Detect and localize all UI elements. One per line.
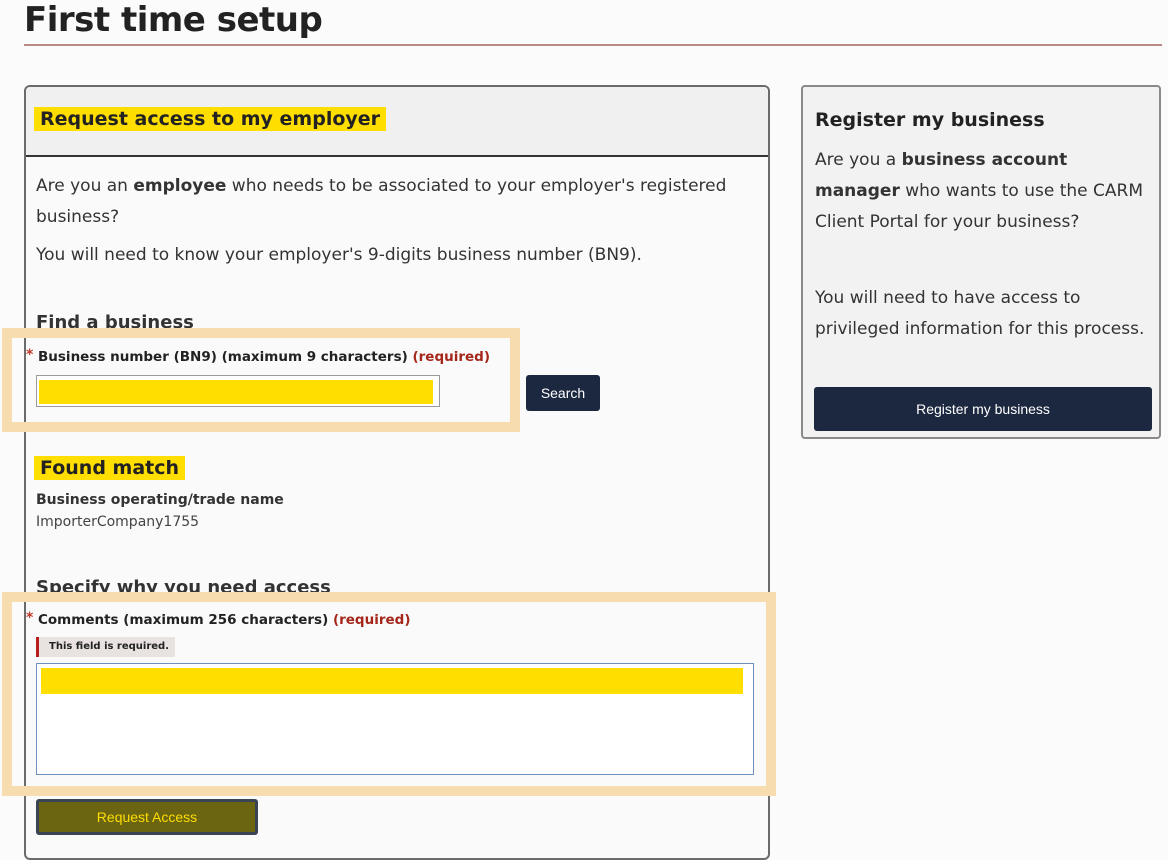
search-button[interactable]: Search xyxy=(526,375,600,411)
required-asterisk: * xyxy=(26,610,34,626)
error-message: This field is required. xyxy=(36,637,176,657)
textarea-highlight xyxy=(41,668,743,694)
request-access-button[interactable]: Request Access xyxy=(36,799,258,835)
register-question: Are you a business account manager who w… xyxy=(815,150,1143,232)
trade-name-label: Business operating/trade name xyxy=(36,492,284,508)
register-panel-title: Register my business xyxy=(815,109,1045,131)
specify-access-heading: Specify why you need access xyxy=(36,577,331,598)
bn9-note: You will need to know your employer's 9-… xyxy=(36,245,642,265)
business-number-input[interactable] xyxy=(36,375,440,407)
input-highlight xyxy=(39,380,433,404)
find-business-heading: Find a business xyxy=(36,312,194,333)
register-note: You will need to have access to privileg… xyxy=(815,288,1145,339)
panel-header: Request access to my employer xyxy=(26,87,768,157)
page-title: First time setup xyxy=(24,0,323,40)
panel-title: Request access to my employer xyxy=(34,107,387,131)
trade-name-value: ImporterCompany1755 xyxy=(36,514,200,530)
comments-textarea[interactable] xyxy=(36,663,754,775)
request-access-panel: Request access to my employer Are you an… xyxy=(24,85,770,860)
comments-label: * Comments (maximum 256 characters) (req… xyxy=(26,610,411,628)
intro-text: Are you an employee who needs to be asso… xyxy=(36,176,727,227)
register-business-button[interactable]: Register my business xyxy=(814,387,1152,431)
required-asterisk: * xyxy=(26,347,34,363)
title-divider xyxy=(24,44,1162,46)
register-business-panel: Register my business Are you a business … xyxy=(801,85,1161,439)
business-number-label: * Business number (BN9) (maximum 9 chara… xyxy=(26,347,491,365)
found-match-heading: Found match xyxy=(34,456,186,480)
